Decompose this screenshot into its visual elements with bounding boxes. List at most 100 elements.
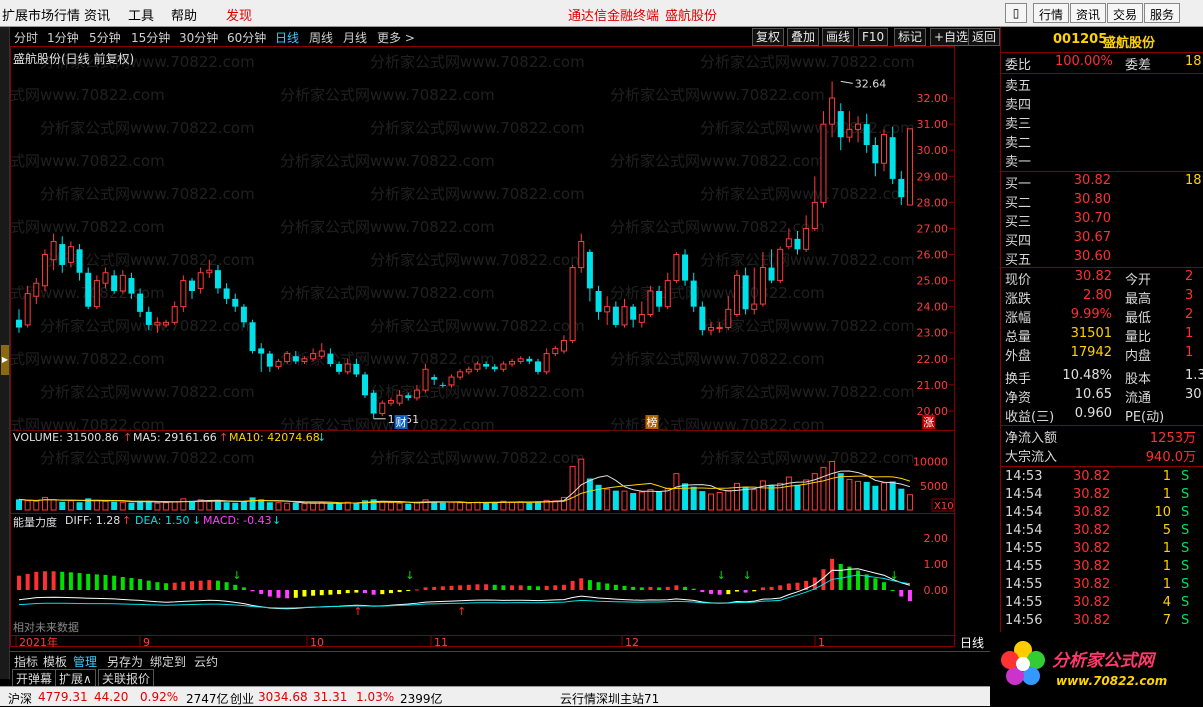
macd-bar (518, 585, 523, 590)
watermark-text: 分析家公式网www.70822.com (40, 449, 255, 467)
macd-bar (622, 585, 627, 590)
index-sh-pct: 0.92% (140, 690, 179, 704)
macd-dea-line (18, 574, 911, 609)
period-15min[interactable]: 15分钟 (131, 29, 170, 46)
volume-bar-up (33, 500, 40, 511)
ask-row: 卖一 (1001, 151, 1203, 170)
period-fenshi[interactable]: 分时 (14, 29, 38, 46)
tick-price: 30.82 (1073, 541, 1111, 556)
candle-body-down (137, 293, 144, 312)
signal-arrow-icon: ↓ (717, 569, 726, 582)
left-collapse-handle[interactable]: ▶ (0, 27, 10, 679)
period-monthly[interactable]: 月线 (343, 29, 367, 46)
macd-bar (68, 572, 73, 590)
bid-level: 买一 (1005, 177, 1032, 192)
period-daily[interactable]: 日线 (275, 29, 299, 46)
index-sh-value: 4779.31 (38, 690, 88, 704)
stat-row: 换手 10.48% 股本 1.3 (1001, 368, 1203, 387)
index-cy-pct: 1.03% (356, 690, 395, 704)
macd-bar (795, 582, 800, 590)
signal-arrow-icon: ↓ (743, 569, 752, 582)
macd-bar (172, 582, 177, 590)
back-button[interactable]: 返回 (968, 28, 1001, 46)
menu-extended-market[interactable]: 扩展市场行情 (2, 5, 80, 24)
candle-body-down (742, 275, 749, 310)
watermark-text: 分析家公式网www.70822.com (370, 119, 585, 137)
macd-bar (544, 585, 549, 590)
period-more[interactable]: 更多 > (377, 29, 415, 46)
overlay-button[interactable]: 叠加 (787, 28, 820, 46)
candle-body-down (76, 249, 83, 273)
watermark-text: 分析家公式网www.70822.com (280, 86, 495, 104)
volume-bar-up (387, 502, 394, 511)
period-30min[interactable]: 30分钟 (179, 29, 218, 46)
menu-tools[interactable]: 工具 (128, 5, 154, 24)
draw-line-button[interactable]: 画线 (822, 28, 855, 46)
price-tick-label: 32.00 (917, 92, 949, 105)
tick-side: S (1181, 469, 1190, 484)
trade-button[interactable]: 交易 (1107, 3, 1144, 23)
xaxis-label: 12 (625, 636, 639, 649)
menu-news[interactable]: 资讯 (84, 5, 110, 24)
candle-body-up (604, 306, 611, 313)
volume-bar-up (716, 492, 723, 511)
ma5-up-arrow-icon: ↑ (219, 431, 229, 444)
candle-body-up (310, 353, 317, 360)
chart-canvas: 分析家公式网www.70822.com 分析家公式网www.70822.com 分析… (10, 46, 955, 649)
macd-diff: DIFF: 1.28 (65, 514, 121, 527)
period-60min[interactable]: 60分钟 (227, 29, 266, 46)
macd-bar (890, 590, 895, 591)
stat-row: 现价 30.82 今开 2 (1001, 269, 1203, 288)
macd-bar (60, 571, 65, 590)
tick-side: S (1181, 523, 1190, 538)
tick-price: 30.82 (1073, 559, 1111, 574)
volume-bar-up (474, 501, 481, 511)
quote-button[interactable]: 行情 (1033, 3, 1070, 23)
candle-body-up (881, 134, 887, 164)
candle-body-up (500, 363, 507, 370)
stat-key: 涨幅 (1005, 311, 1032, 326)
price-tick-label: 30.00 (917, 144, 949, 157)
marker-bang: 榜 (646, 415, 657, 429)
expand-arrow-icon[interactable]: ▶ (1, 345, 9, 375)
macd-bar (830, 558, 835, 590)
price-tick-label: 27.00 (917, 222, 949, 235)
add-watchlist-button[interactable]: +自选 (930, 28, 973, 46)
f10-button[interactable]: F10 (858, 28, 889, 46)
macd-bar (726, 590, 731, 595)
stock-code: 001205 (1053, 32, 1108, 47)
stat-value: 10.48% (1062, 368, 1112, 383)
stat-key2: 最高 (1125, 292, 1152, 307)
candle-body-up (41, 254, 48, 287)
stat-row: 总量 31501 量比 1 (1001, 326, 1203, 345)
macd-bar (397, 590, 402, 593)
volume-bar-up (284, 502, 291, 511)
service-button[interactable]: 服务 (1144, 3, 1181, 23)
macd-bar (899, 590, 904, 597)
toggle-icon[interactable]: ▯ (1005, 3, 1027, 23)
fuquan-button[interactable]: 复权 (752, 28, 785, 46)
stat-row: 外盘 17942 内盘 1 (1001, 345, 1203, 364)
period-weekly[interactable]: 周线 (309, 29, 333, 46)
macd-bar (233, 584, 238, 590)
bid-level: 买五 (1005, 253, 1032, 268)
kline-chart[interactable]: 分析家公式网www.70822.com 分析家公式网www.70822.com 分析… (10, 27, 1000, 651)
macd-bar (215, 580, 220, 590)
macd-bar (691, 588, 696, 590)
period-1min[interactable]: 1分钟 (47, 29, 79, 46)
daily-label[interactable]: 日线 (960, 634, 984, 651)
period-5min[interactable]: 5分钟 (89, 29, 121, 46)
news-button[interactable]: 资讯 (1070, 3, 1107, 23)
tick-volume: 1 (1162, 541, 1171, 556)
watermark-text: 分析家公式网www.70822.com (700, 449, 915, 467)
mark-button[interactable]: 标记 (894, 28, 927, 46)
volume-bar-up (517, 501, 524, 511)
candle-body-down (145, 311, 152, 325)
menu-help[interactable]: 帮助 (171, 5, 197, 24)
ask-row: 卖四 (1001, 94, 1203, 113)
volume-bar-down (336, 503, 343, 510)
tick-volume: 7 (1162, 613, 1171, 628)
candle-body-down (232, 298, 239, 307)
index-sh-change: 44.20 (94, 690, 129, 704)
menu-discover[interactable]: 发现 (226, 5, 252, 24)
